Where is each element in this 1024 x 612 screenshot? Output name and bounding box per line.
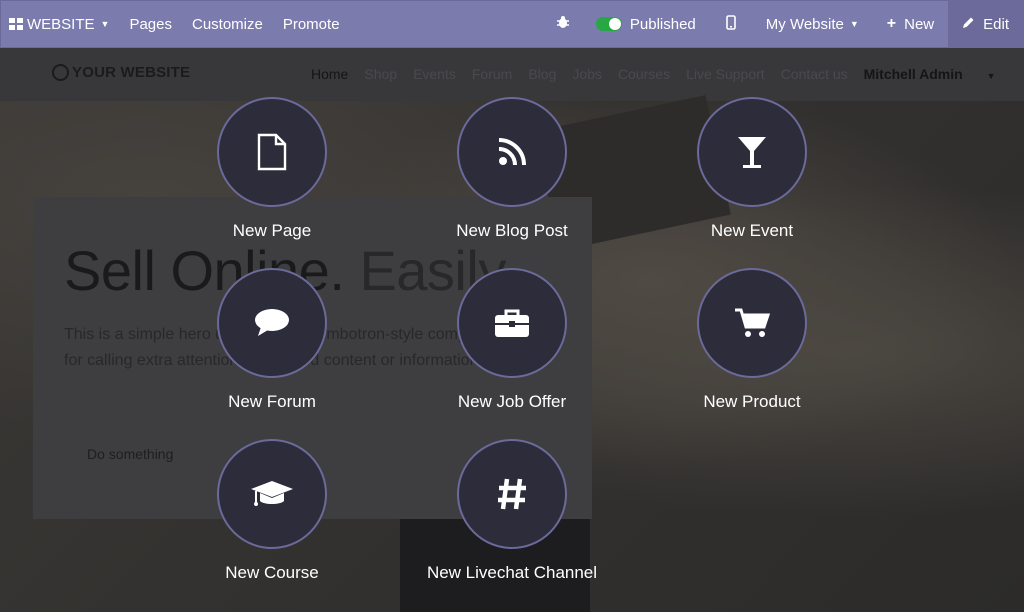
option-circle[interactable] — [217, 439, 327, 549]
new-page-option[interactable]: New Page — [172, 97, 372, 241]
published-label: Published — [629, 15, 696, 33]
rss-icon — [498, 138, 526, 166]
caret-down-icon: ▼ — [849, 19, 859, 29]
admin-bar: WEBSITE ▼ Pages Customize Promote Publis… — [0, 0, 1024, 48]
briefcase-icon — [495, 309, 529, 337]
promote-menu[interactable]: Promote — [273, 1, 350, 47]
new-job-offer-option[interactable]: New Job Offer — [412, 268, 612, 412]
option-label: New Job Offer — [457, 392, 567, 411]
plus-icon: + — [886, 15, 897, 32]
caret-down-icon: ▼ — [100, 19, 110, 29]
option-circle[interactable] — [457, 97, 567, 207]
new-course-option[interactable]: New Course — [172, 439, 372, 583]
option-label: New Forum — [228, 392, 316, 411]
nav-item-events[interactable]: Events — [413, 66, 456, 82]
new-label: New — [904, 15, 935, 33]
cart-icon — [735, 308, 770, 337]
nav-item-blog[interactable]: Blog — [528, 66, 556, 82]
pencil-icon — [962, 16, 975, 33]
new-forum-option[interactable]: New Forum — [172, 268, 372, 412]
option-circle[interactable] — [217, 97, 327, 207]
new-livechat-channel-option[interactable]: New Livechat Channel — [412, 439, 612, 583]
hashtag-icon — [498, 478, 526, 510]
nav-item-home[interactable]: Home — [311, 66, 348, 82]
new-event-option[interactable]: New Event — [652, 97, 852, 241]
caret-down-icon: ▼ — [986, 71, 996, 81]
nav-item-jobs[interactable]: Jobs — [572, 66, 602, 82]
app-menu-button[interactable]: WEBSITE ▼ — [1, 1, 119, 47]
nav-item-forum[interactable]: Forum — [472, 66, 512, 82]
site-logo-text: YOUR WEBSITE — [72, 64, 191, 81]
option-label: New Page — [232, 221, 312, 240]
user-name: Mitchell Admin — [863, 66, 963, 82]
website-navbar: YOUR WEBSITE Home Shop Events Forum Blog… — [0, 48, 1024, 101]
toggle-switch-icon — [595, 17, 622, 31]
bug-icon — [556, 15, 570, 33]
my-website-menu[interactable]: My Website ▼ — [752, 1, 873, 47]
option-label: New Course — [225, 563, 319, 582]
comment-icon — [255, 309, 289, 336]
published-toggle[interactable]: Published — [582, 1, 710, 47]
debug-button[interactable] — [544, 1, 582, 47]
customize-menu[interactable]: Customize — [182, 1, 273, 47]
nav-item-contact-us[interactable]: Contact us — [781, 66, 848, 82]
site-nav: Home Shop Events Forum Blog Jobs Courses… — [311, 66, 1024, 82]
mobile-icon — [725, 14, 736, 34]
option-circle[interactable] — [697, 97, 807, 207]
nav-item-shop[interactable]: Shop — [364, 66, 397, 82]
glass-icon — [738, 137, 766, 168]
new-blog-post-option[interactable]: New Blog Post — [412, 97, 612, 241]
new-content-button[interactable]: + New — [873, 1, 948, 47]
option-label: New Blog Post — [456, 221, 568, 240]
user-menu[interactable]: Mitchell Admin ▼ — [864, 66, 1012, 82]
globe-icon — [52, 64, 69, 81]
edit-button[interactable]: Edit — [948, 1, 1023, 47]
option-circle[interactable] — [457, 439, 567, 549]
graduation-cap-icon — [251, 481, 293, 506]
option-label: New Product — [703, 392, 801, 411]
app-menu-label: WEBSITE — [27, 15, 95, 33]
option-circle[interactable] — [697, 268, 807, 378]
nav-item-courses[interactable]: Courses — [618, 66, 670, 82]
option-circle[interactable] — [457, 268, 567, 378]
edit-label: Edit — [983, 15, 1009, 33]
option-circle[interactable] — [217, 268, 327, 378]
my-website-label: My Website — [765, 15, 844, 33]
pages-menu[interactable]: Pages — [119, 1, 182, 47]
page-icon — [257, 133, 287, 171]
hero-button: Do something — [87, 446, 174, 462]
mobile-preview-button[interactable] — [710, 1, 752, 47]
option-label: New Event — [710, 221, 794, 240]
option-label: New Livechat Channel — [426, 563, 598, 582]
site-logo[interactable]: YOUR WEBSITE — [52, 64, 190, 81]
new-product-option[interactable]: New Product — [652, 268, 852, 412]
nav-item-live-support[interactable]: Live Support — [686, 66, 765, 82]
apps-grid-icon — [9, 18, 23, 30]
